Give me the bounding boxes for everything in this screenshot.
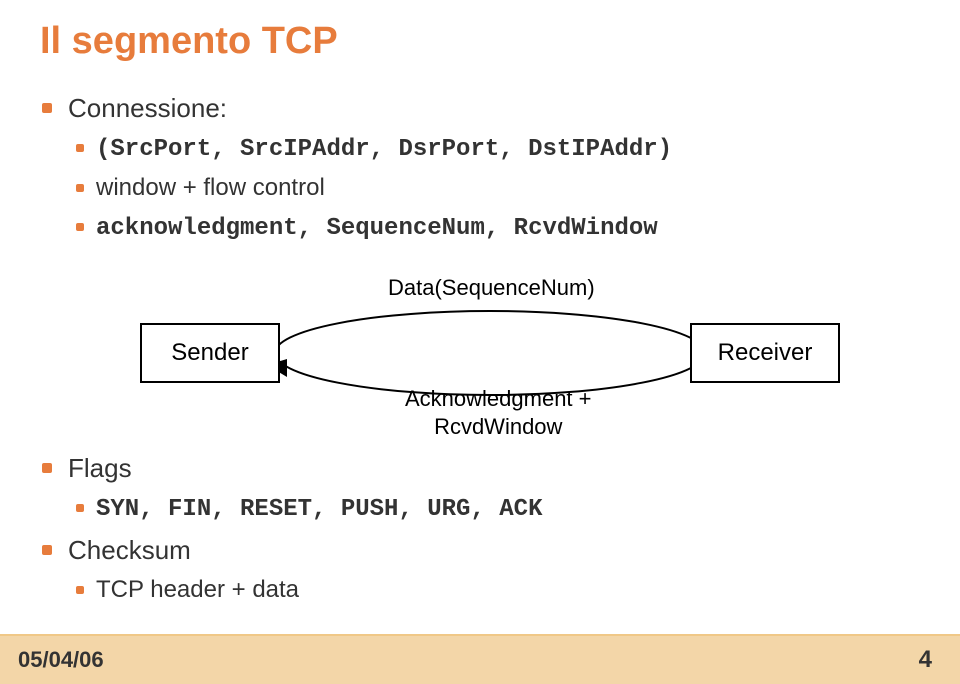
diagram: Sender Receiver Data(SequenceNum) Acknow… xyxy=(140,263,840,443)
sub-ack-seq: acknowledgment, SequenceNum, RcvdWindow xyxy=(68,211,920,245)
receiver-box: Receiver xyxy=(690,323,840,383)
receiver-label: Receiver xyxy=(718,339,813,367)
bullet-flags: Flags SYN, FIN, RESET, PUSH, URG, ACK xyxy=(40,451,920,526)
sub-flow: window + flow control xyxy=(68,172,920,204)
diagram-top-label: Data(SequenceNum) xyxy=(388,275,595,301)
sub-flags-values: SYN, FIN, RESET, PUSH, URG, ACK xyxy=(68,492,920,526)
diagram-bottom-label: Acknowledgment + RcvdWindow xyxy=(405,385,592,440)
label-connessione: Connessione: xyxy=(68,93,227,123)
slide: Il segmento TCP Connessione: (SrcPort, S… xyxy=(0,0,960,684)
content-list-bottom: Flags SYN, FIN, RESET, PUSH, URG, ACK Ch… xyxy=(40,451,920,606)
footer-bar: 05/04/06 4 xyxy=(0,634,960,684)
sub-tuple: (SrcPort, SrcIPAddr, DsrPort, DstIPAddr) xyxy=(68,132,920,166)
content-list: Connessione: (SrcPort, SrcIPAddr, DsrPor… xyxy=(40,91,920,245)
sub-checksum: TCP header + data xyxy=(68,574,920,606)
bullet-connessione: Connessione: (SrcPort, SrcIPAddr, DsrPor… xyxy=(40,91,920,245)
footer-page: 4 xyxy=(919,646,932,674)
sender-box: Sender xyxy=(140,323,280,383)
slide-title: Il segmento TCP xyxy=(40,20,920,63)
footer-date: 05/04/06 xyxy=(18,647,104,673)
bullet-checksum: Checksum TCP header + data xyxy=(40,533,920,606)
sender-label: Sender xyxy=(171,339,248,367)
